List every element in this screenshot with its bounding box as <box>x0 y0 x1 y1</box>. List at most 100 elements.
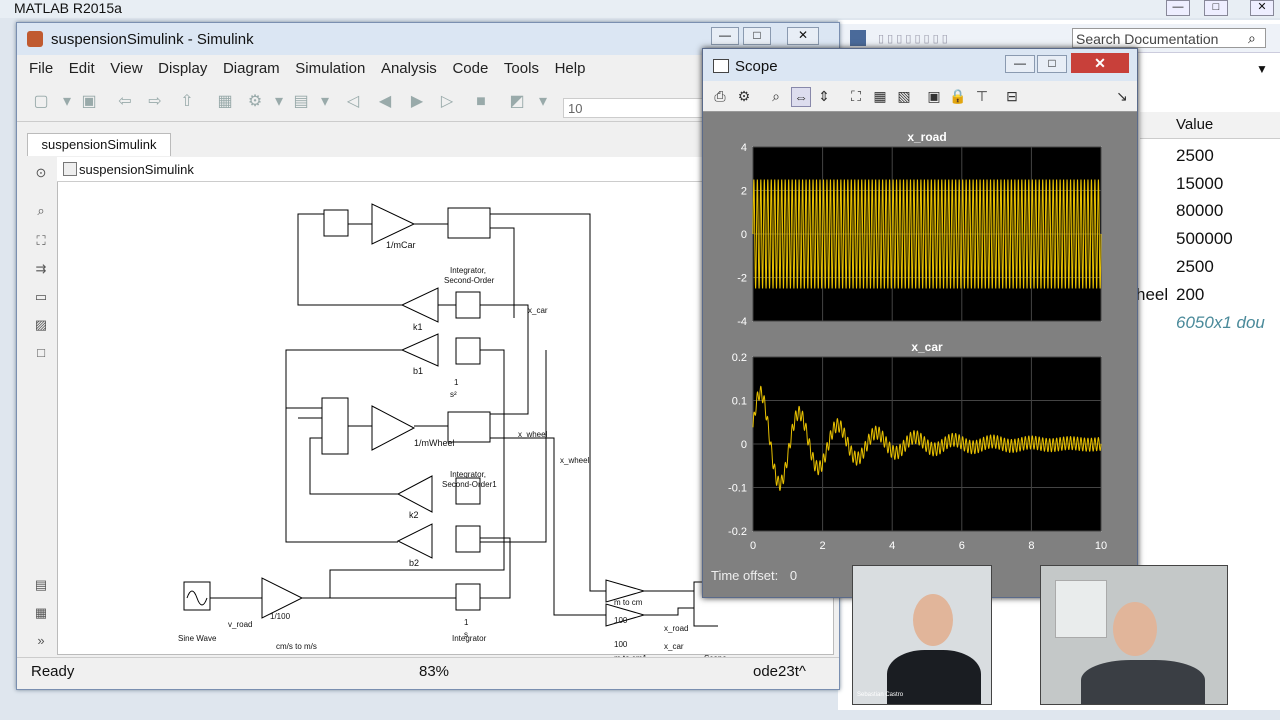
person-body <box>1081 660 1205 704</box>
block-label: 1/mCar <box>386 240 416 250</box>
menu-help[interactable]: Help <box>555 60 586 77</box>
step-back-icon[interactable]: ◁ <box>343 92 363 112</box>
gain-k2-block[interactable] <box>396 475 433 513</box>
signal-selection-icon[interactable]: ▣ <box>925 87 943 105</box>
window-title: Scope <box>735 58 778 75</box>
run-icon[interactable]: ▶ <box>407 92 427 112</box>
x-tick-label: 0 <box>750 540 756 552</box>
y-tick-label: 0 <box>741 439 747 451</box>
menu-edit[interactable]: Edit <box>69 60 95 77</box>
scope-title-bar: Scope — □ ✕ <box>703 49 1137 81</box>
sum-block[interactable] <box>321 397 349 455</box>
stop-icon[interactable]: ■ <box>471 92 491 112</box>
block-label: k2 <box>409 510 419 520</box>
new-model-icon[interactable]: ▢ <box>31 92 51 112</box>
dropdown-icon[interactable]: ▾ <box>269 92 289 112</box>
solver-name[interactable]: ode23t^ <box>753 663 806 680</box>
zoom-x-icon[interactable]: ⇔ <box>791 87 811 107</box>
library-icon[interactable]: ▦ <box>215 92 235 112</box>
close-icon[interactable]: ✕ <box>1071 53 1129 73</box>
block-label: 100 <box>614 640 628 649</box>
dropdown-icon[interactable]: ▼ <box>1256 62 1268 76</box>
maximize-icon[interactable]: □ <box>1037 55 1067 73</box>
rewind-icon[interactable]: ◀ <box>375 92 395 112</box>
expand-icon[interactable]: » <box>33 633 49 648</box>
gain-b2-block[interactable] <box>396 523 433 559</box>
window-title: suspensionSimulink - Simulink <box>51 31 254 48</box>
up-icon[interactable]: ⇧ <box>177 92 197 112</box>
zoom-y-icon[interactable]: ⇕ <box>815 87 833 105</box>
menu-code[interactable]: Code <box>452 60 488 77</box>
back-icon[interactable]: ⇦ <box>115 92 135 112</box>
maximize-icon[interactable]: □ <box>1204 0 1228 16</box>
minimize-icon[interactable]: — <box>1166 0 1190 16</box>
maximize-icon[interactable]: □ <box>743 27 771 45</box>
explorer-icon[interactable]: ▤ <box>291 92 311 112</box>
forward-icon[interactable]: ⇨ <box>145 92 165 112</box>
stop-time-input[interactable]: 10 <box>563 98 713 118</box>
dock-icon[interactable]: ↘ <box>1113 87 1131 105</box>
zoom-in-icon[interactable]: ⌕ <box>767 87 785 105</box>
menu-diagram[interactable]: Diagram <box>223 60 280 77</box>
tab-model[interactable]: suspensionSimulink <box>27 133 171 156</box>
fit-view-icon[interactable]: ⛶ <box>33 233 49 248</box>
integrator-block[interactable] <box>455 583 481 611</box>
gain-mwheel-block[interactable] <box>371 405 416 451</box>
gear-icon[interactable]: ⚙ <box>245 92 265 112</box>
dropdown-icon[interactable]: ▾ <box>315 92 335 112</box>
sum-block[interactable] <box>455 337 481 365</box>
arrow-icon[interactable]: ⇉ <box>33 261 49 276</box>
gear-icon[interactable]: ⚙ <box>735 87 753 105</box>
menu-tools[interactable]: Tools <box>504 60 539 77</box>
integrator-block[interactable] <box>447 207 491 239</box>
search-documentation-input[interactable]: Search Documentation <box>1072 28 1266 48</box>
menu-view[interactable]: View <box>110 60 142 77</box>
menu-simulation[interactable]: Simulation <box>295 60 365 77</box>
block-label: Sine Wave <box>178 634 217 643</box>
dropdown-icon[interactable]: ▾ <box>533 92 553 112</box>
camera-icon[interactable] <box>850 30 866 46</box>
menu-display[interactable]: Display <box>158 60 207 77</box>
properties-icon[interactable]: ▦ <box>33 605 49 620</box>
save-axes-icon[interactable]: ▦ <box>871 87 889 105</box>
y-tick-label: 2 <box>741 186 747 198</box>
area-icon[interactable]: □ <box>33 345 49 360</box>
print-icon[interactable]: ⎙ <box>711 87 729 105</box>
floating-scope-icon[interactable]: ⊤ <box>973 87 991 105</box>
gain-b1-block[interactable] <box>400 333 439 367</box>
zoom-icon[interactable]: ⌕ <box>33 203 49 218</box>
sum-block[interactable] <box>455 291 481 319</box>
autoscale-icon[interactable]: ⛶ <box>847 87 865 105</box>
restore-axes-icon[interactable]: ▧ <box>895 87 913 105</box>
menu-analysis[interactable]: Analysis <box>381 60 437 77</box>
minimize-icon[interactable]: — <box>1005 55 1035 73</box>
minimize-icon[interactable]: — <box>711 27 739 45</box>
annotation-icon[interactable]: ▭ <box>33 289 49 304</box>
chart-icon[interactable]: ◩ <box>507 92 527 112</box>
status-bar: Ready 83% ode23t^ <box>17 657 839 686</box>
sum-block[interactable] <box>323 209 349 237</box>
webcam-name: Sebastian Castro <box>857 692 904 698</box>
dropdown-icon[interactable]: ▾ <box>57 92 77 112</box>
image-icon[interactable]: ▨ <box>33 317 49 332</box>
gain-k1-block[interactable] <box>400 287 439 323</box>
lock-icon[interactable]: 🔒 <box>949 87 967 105</box>
close-icon[interactable]: ✕ <box>1250 0 1274 16</box>
menu-file[interactable]: File <box>29 60 53 77</box>
breadcrumb-item[interactable]: suspensionSimulink <box>79 162 194 177</box>
toolstrip-icons: ▯ ▯ ▯ ▯ ▯ ▯ ▯ ▯ <box>878 33 948 45</box>
step-forward-icon[interactable]: ▷ <box>437 92 457 112</box>
legend-icon[interactable]: ⊟ <box>1003 87 1021 105</box>
save-icon[interactable]: ▣ <box>79 92 99 112</box>
time-offset: Time offset: 0 <box>711 568 797 583</box>
workspace-header: Value <box>1140 112 1280 139</box>
block-label: 1/mWheel <box>414 438 455 448</box>
search-icon[interactable]: ⌕ <box>1248 30 1256 47</box>
close-icon[interactable]: ✕ <box>787 27 819 45</box>
sum-block[interactable] <box>455 525 481 553</box>
hide-browser-icon[interactable]: ⊙ <box>33 165 49 180</box>
gain-mcar-block[interactable] <box>371 203 416 245</box>
y-tick-label: -0.1 <box>728 483 747 495</box>
value-column-header[interactable]: Value <box>1176 116 1213 133</box>
model-browser-icon[interactable]: ▤ <box>33 577 49 592</box>
